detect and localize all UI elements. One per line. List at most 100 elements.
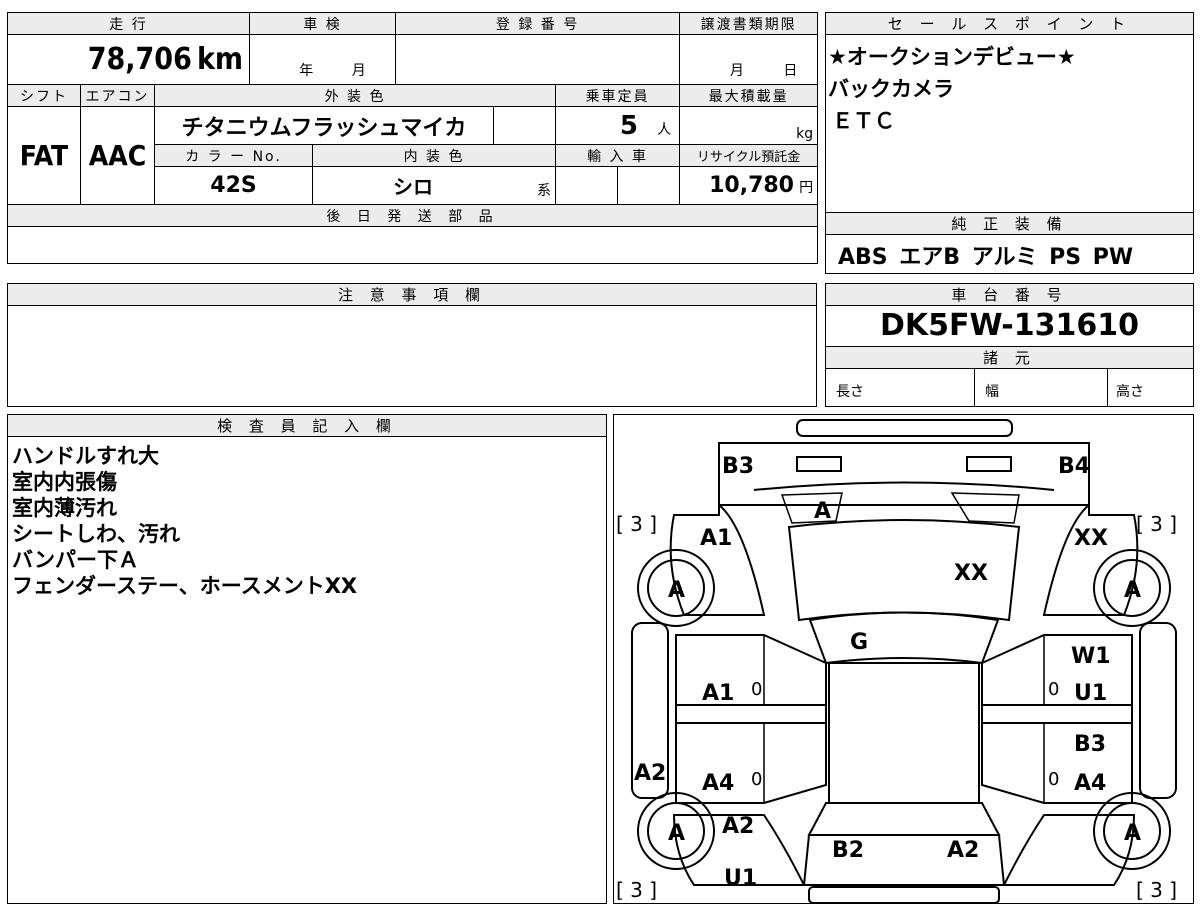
headlight-left <box>796 456 842 472</box>
import-cell-1 <box>555 166 619 205</box>
tire-tread-rr: [ 3 ] <box>1136 878 1177 902</box>
color-no-cell: 42S <box>153 166 314 205</box>
transfer-cell: 月 日 <box>679 34 819 85</box>
sales-points-box: セ ー ル ス ポ イ ン ト ★オークションデビュー★ バックカメラ ＥＴＣ <box>825 12 1194 213</box>
aircon-cell: AAC <box>80 106 155 205</box>
color-no-value: 42S <box>210 173 257 198</box>
later-parts-cell <box>6 226 819 264</box>
transfer-deadline-header: 譲渡書類期限 <box>679 12 819 35</box>
exterior-color-cell: チタニウムフラッシュマイカ <box>153 106 495 145</box>
capacity-cell: 5 人 <box>555 106 681 145</box>
label-w1-right: W1 <box>1071 644 1111 669</box>
shaken-month-label: 月 <box>351 63 366 79</box>
label-a-tire-fr: A <box>1124 578 1141 603</box>
label-b3-front: B3 <box>722 454 754 479</box>
spec-height: 高さ <box>1108 369 1193 406</box>
max-load-unit: kg <box>796 126 814 142</box>
notes-header: 注 意 事 項 欄 <box>8 284 816 306</box>
headlight-right <box>966 456 1012 472</box>
specs-row: 長さ 幅 高さ <box>826 369 1193 406</box>
mileage-cell: 78,706 km <box>6 34 251 85</box>
label-u1-rear: U1 <box>724 866 757 891</box>
exterior-color-header: 外 装 色 <box>153 84 557 107</box>
max-load-cell: kg <box>679 106 819 145</box>
shaken-year-label: 年 <box>299 63 314 79</box>
interior-color-suffix: 系 <box>537 183 552 199</box>
shift-header: シフト <box>7 84 81 107</box>
inspector-line: バンパー下Ａ <box>12 548 140 572</box>
inspector-header: 検 査 員 記 入 欄 <box>8 415 606 437</box>
front-bumper-shape <box>718 442 1090 506</box>
sales-point-line: バックカメラ <box>828 77 954 101</box>
recycle-cell: 10,780 円 <box>679 166 819 205</box>
inspector-notes: ハンドルすれ大 室内内張傷 室内薄汚れ シートしわ、汚れ バンパー下Ａ フェンダ… <box>8 437 606 599</box>
inspector-line: ハンドルすれ大 <box>12 444 159 468</box>
mileage-header: 走 行 <box>6 12 251 35</box>
front-glass-right <box>950 492 1020 524</box>
inspector-line: シートしわ、汚れ <box>12 522 180 546</box>
import-cell-2 <box>617 166 681 205</box>
interior-color-header: 内 装 色 <box>312 144 557 167</box>
recycle-header: リサイクル預託金 <box>679 144 819 167</box>
car-diagram: B3 B4 A A1 XX XX A A G W1 A1 U1 B3 A2 A4… <box>616 419 1177 904</box>
label-a4-door-rr: A4 <box>1074 771 1106 796</box>
chassis-box: 車 台 番 号 DK5FW-131610 諸 元 長さ 幅 高さ <box>825 283 1194 407</box>
hood-edge <box>753 481 1055 491</box>
label-u1-door-fr: U1 <box>1074 681 1107 706</box>
spec-length: 長さ <box>826 369 975 406</box>
label-a2-rear: A2 <box>947 838 979 863</box>
label-a1-front-left: A1 <box>700 526 732 551</box>
label-a-tire-rr: A <box>1124 821 1141 846</box>
recycle-unit: 円 <box>799 180 814 196</box>
transfer-month-label: 月 <box>729 63 744 79</box>
tire-tread-fr: [ 3 ] <box>1136 512 1177 536</box>
label-a-tire-rl: A <box>668 821 685 846</box>
sales-point-line: ★オークションデビュー★ <box>828 45 1076 69</box>
label-b2-rear: B2 <box>832 838 864 863</box>
aircon-header: エアコン <box>80 84 155 107</box>
exterior-color-value: チタニウムフラッシュマイカ <box>181 115 467 141</box>
equipment-header: 純 正 装 備 <box>826 213 1193 235</box>
spec-width-label: 幅 <box>985 384 999 400</box>
equipment-box: 純 正 装 備 ABS エアB アルミ PS PW <box>825 212 1194 274</box>
sales-point-line: ＥＴＣ <box>832 109 895 133</box>
label-a-tire-fl: A <box>668 578 685 603</box>
pillar-bar-right <box>981 704 1133 724</box>
label-zero-fl: 0 <box>751 679 762 700</box>
inspector-box: 検 査 員 記 入 欄 ハンドルすれ大 室内内張傷 室内薄汚れ シートしわ、汚れ… <box>7 414 607 904</box>
label-zero-fr: 0 <box>1048 679 1059 700</box>
shift-value: FAT <box>19 139 69 172</box>
front-glass-left <box>780 492 843 524</box>
label-a2-rear-left-fender: A2 <box>722 814 754 839</box>
aircon-value: AAC <box>88 139 147 172</box>
label-g-windshield: G <box>850 630 868 655</box>
rear-window-shape <box>807 802 1001 836</box>
registration-header: 登 録 番 号 <box>395 12 681 35</box>
interior-color-value: シロ <box>393 175 434 199</box>
recycle-value: 10,780 <box>709 173 794 198</box>
capacity-header: 乗車定員 <box>555 84 681 107</box>
spec-length-label: 長さ <box>836 384 864 400</box>
exterior-color-extra <box>493 106 557 145</box>
mileage-value: 78,706 <box>87 42 192 77</box>
label-a2-sill-left: A2 <box>634 761 666 786</box>
label-a-front: A <box>814 499 831 524</box>
rear-bumper-shape <box>808 886 1000 904</box>
label-xx-front-right: XX <box>1074 526 1108 551</box>
vehicle-info-table: 走 行 車 検 登 録 番 号 譲渡書類期限 78,706 km 年 月 月 日… <box>6 12 819 264</box>
import-header: 輸 入 車 <box>555 144 681 167</box>
tire-tread-rl: [ 3 ] <box>616 878 657 902</box>
capacity-value: 5 <box>619 110 638 141</box>
spec-height-label: 高さ <box>1116 384 1144 400</box>
specs-header: 諸 元 <box>826 347 1193 369</box>
chassis-header: 車 台 番 号 <box>826 284 1193 306</box>
shaken-header: 車 検 <box>249 12 397 35</box>
interior-color-cell: シロ 系 <box>312 166 557 205</box>
door-rear-right <box>981 722 1133 804</box>
windshield-shape <box>808 611 1000 665</box>
label-a1-door-fl: A1 <box>702 681 734 706</box>
door-rear-left <box>675 722 827 804</box>
label-zero-rl: 0 <box>751 769 762 790</box>
label-zero-rr: 0 <box>1048 769 1059 790</box>
mileage-unit: km <box>196 42 244 77</box>
